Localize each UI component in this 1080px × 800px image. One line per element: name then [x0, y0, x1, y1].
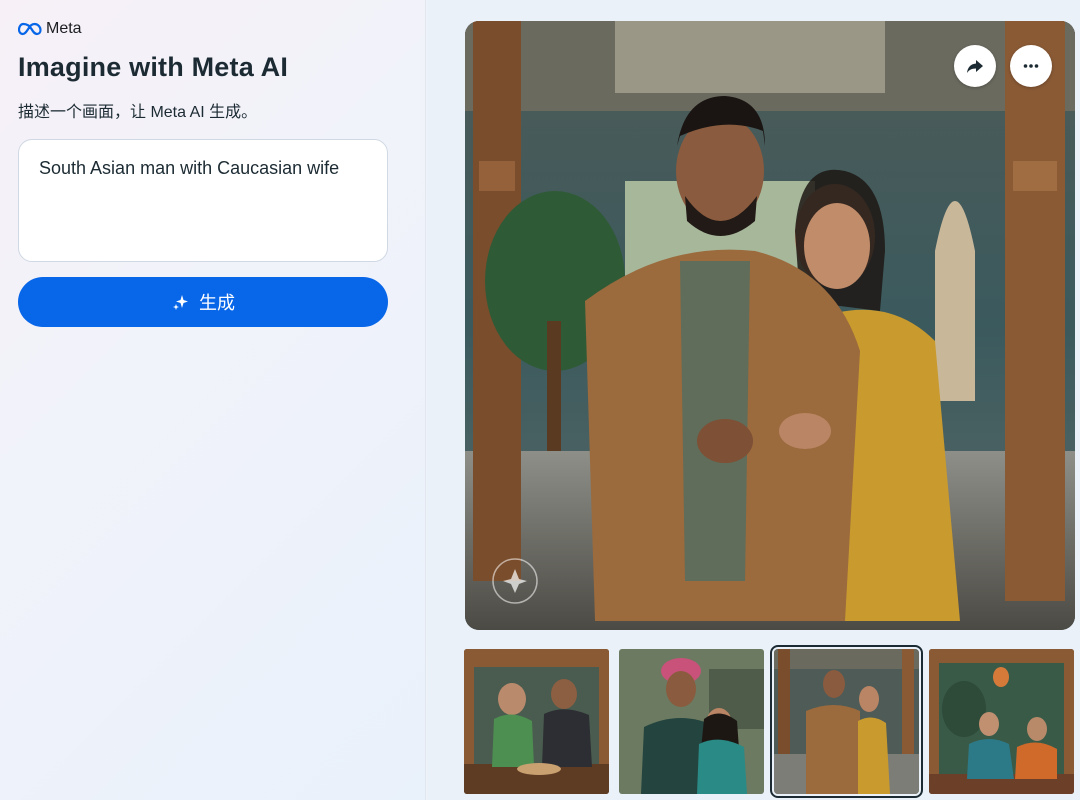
page-subtitle: 描述一个画面，让 Meta AI 生成。 — [18, 104, 258, 121]
thumbnail-strip — [464, 645, 1076, 798]
meta-logo[interactable]: Meta — [18, 20, 82, 38]
thumbnail-3[interactable] — [770, 645, 923, 798]
generate-button[interactable]: 生成 — [18, 277, 388, 327]
page-title: Imagine with Meta AI — [18, 52, 289, 82]
brand-name: Meta — [46, 20, 82, 37]
thumbnail-4-image — [929, 649, 1074, 794]
share-button[interactable] — [954, 45, 996, 87]
prompt-input-container[interactable]: South Asian man with Caucasian wife — [18, 139, 388, 262]
generated-image-art — [465, 21, 1075, 630]
sparkle-icon — [173, 295, 188, 310]
thumbnail-4[interactable] — [929, 649, 1074, 794]
share-arrow-icon — [967, 60, 983, 73]
left-panel: Meta Imagine with Meta AI 描述一个画面，让 Meta … — [0, 0, 426, 800]
thumbnail-2[interactable] — [619, 649, 764, 794]
thumbnail-1[interactable] — [464, 649, 609, 794]
more-options-button[interactable] — [1010, 45, 1052, 87]
generated-image[interactable] — [465, 21, 1075, 630]
prompt-input[interactable]: South Asian man with Caucasian wife — [39, 156, 367, 245]
generate-button-label: 生成 — [199, 293, 235, 313]
more-horizontal-icon — [1023, 64, 1039, 68]
meta-infinity-icon — [18, 22, 42, 36]
thumbnail-3-image — [774, 649, 919, 794]
thumbnail-1-image — [464, 649, 609, 794]
thumbnail-2-image — [619, 649, 764, 794]
